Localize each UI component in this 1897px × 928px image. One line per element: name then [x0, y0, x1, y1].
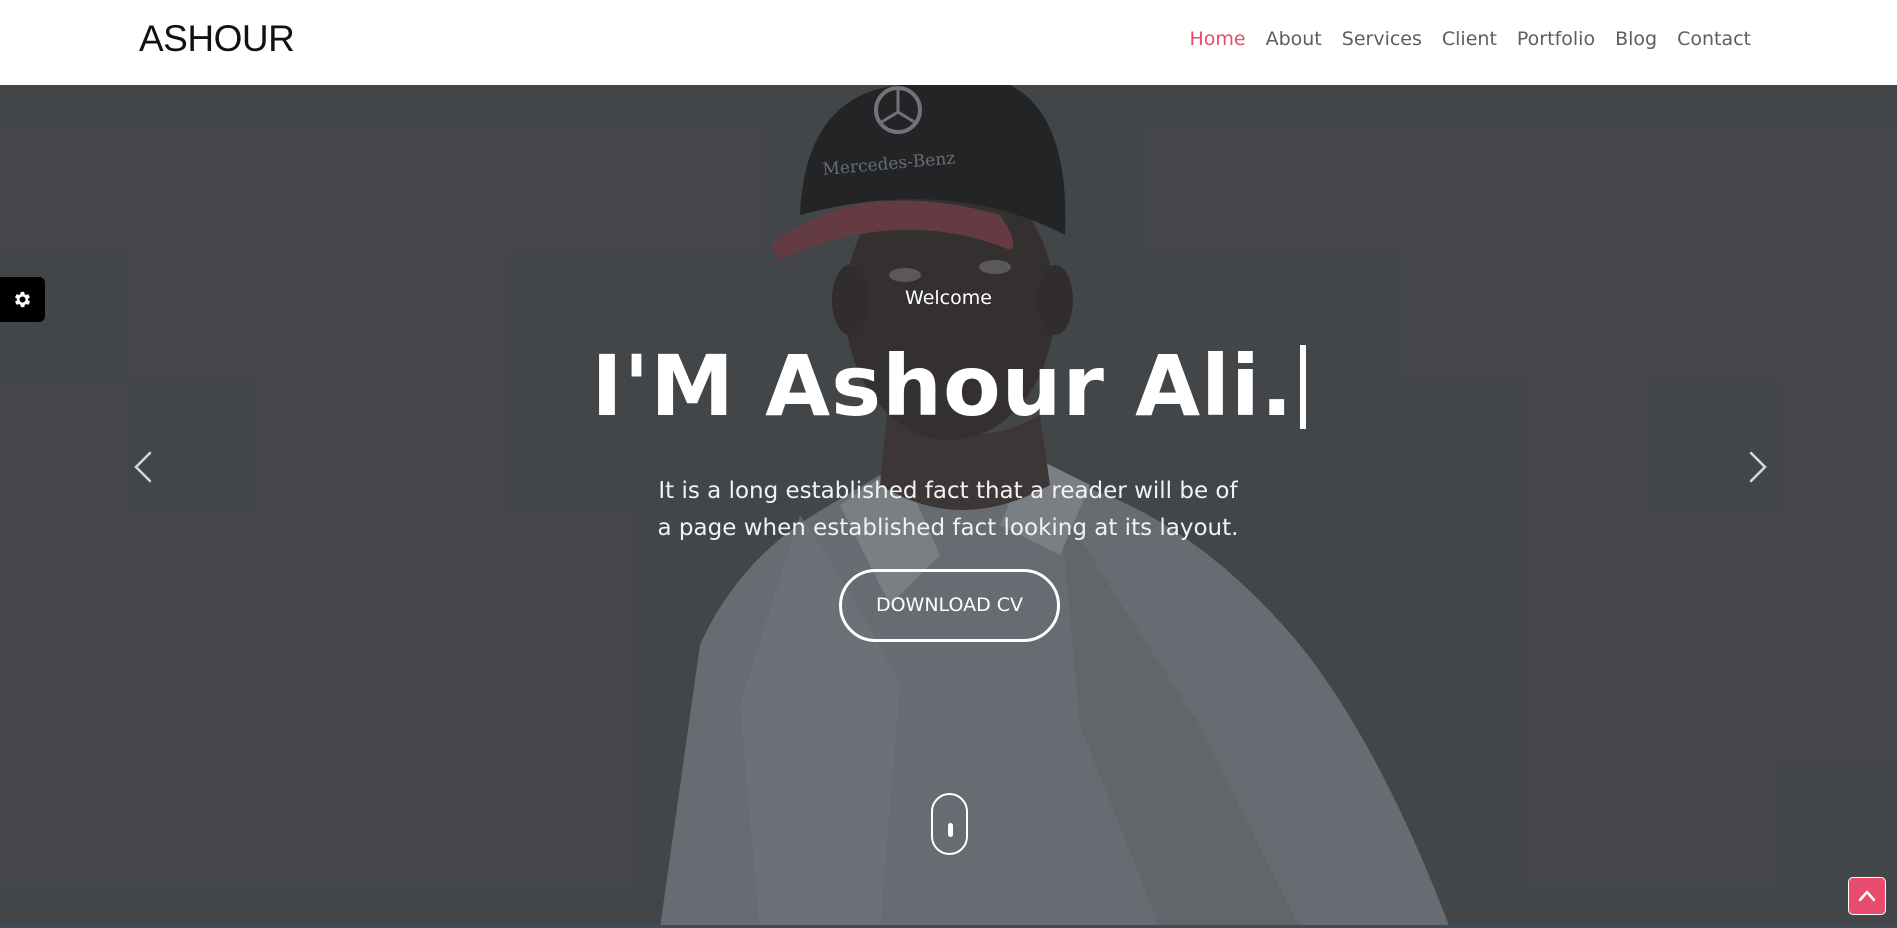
chevron-right-icon[interactable] [1737, 447, 1777, 487]
navbar: ASHOUR Home About Services Client Portfo… [0, 0, 1897, 85]
nav-item-home[interactable]: Home [1189, 28, 1245, 50]
typing-cursor [1299, 345, 1306, 429]
hero-title-text: I'M Ashour Ali. [591, 337, 1294, 435]
hero-description-line1: It is a long established fact that a rea… [658, 478, 1238, 504]
scroll-to-top-button[interactable] [1848, 877, 1886, 915]
hero-section: Mercedes-Benz Welcome I'M Ashour Ali. It… [0, 85, 1897, 928]
mouse-icon[interactable] [931, 793, 968, 855]
nav-item-portfolio[interactable]: Portfolio [1517, 28, 1595, 50]
nav-item-services[interactable]: Services [1342, 28, 1422, 50]
nav-item-contact[interactable]: Contact [1677, 28, 1751, 50]
hero-description: It is a long established fact that a rea… [648, 473, 1248, 547]
nav-item-blog[interactable]: Blog [1615, 28, 1657, 50]
nav-item-about[interactable]: About [1266, 28, 1322, 50]
hero-title: I'M Ashour Ali. [0, 337, 1897, 435]
download-cv-button[interactable]: DOWNLOAD CV [839, 569, 1060, 642]
brand-logo[interactable]: ASHOUR [139, 18, 295, 60]
settings-toggle-button[interactable] [0, 277, 45, 322]
hero-description-line2: a page when established fact looking at … [657, 515, 1239, 541]
chevron-up-icon [1858, 890, 1876, 902]
mouse-wheel [948, 823, 953, 837]
gear-icon [14, 291, 31, 308]
chevron-left-icon[interactable] [124, 447, 164, 487]
nav-menu: Home About Services Client Portfolio Blo… [1189, 28, 1751, 50]
nav-item-client[interactable]: Client [1442, 28, 1497, 50]
hero-welcome: Welcome [905, 287, 992, 309]
